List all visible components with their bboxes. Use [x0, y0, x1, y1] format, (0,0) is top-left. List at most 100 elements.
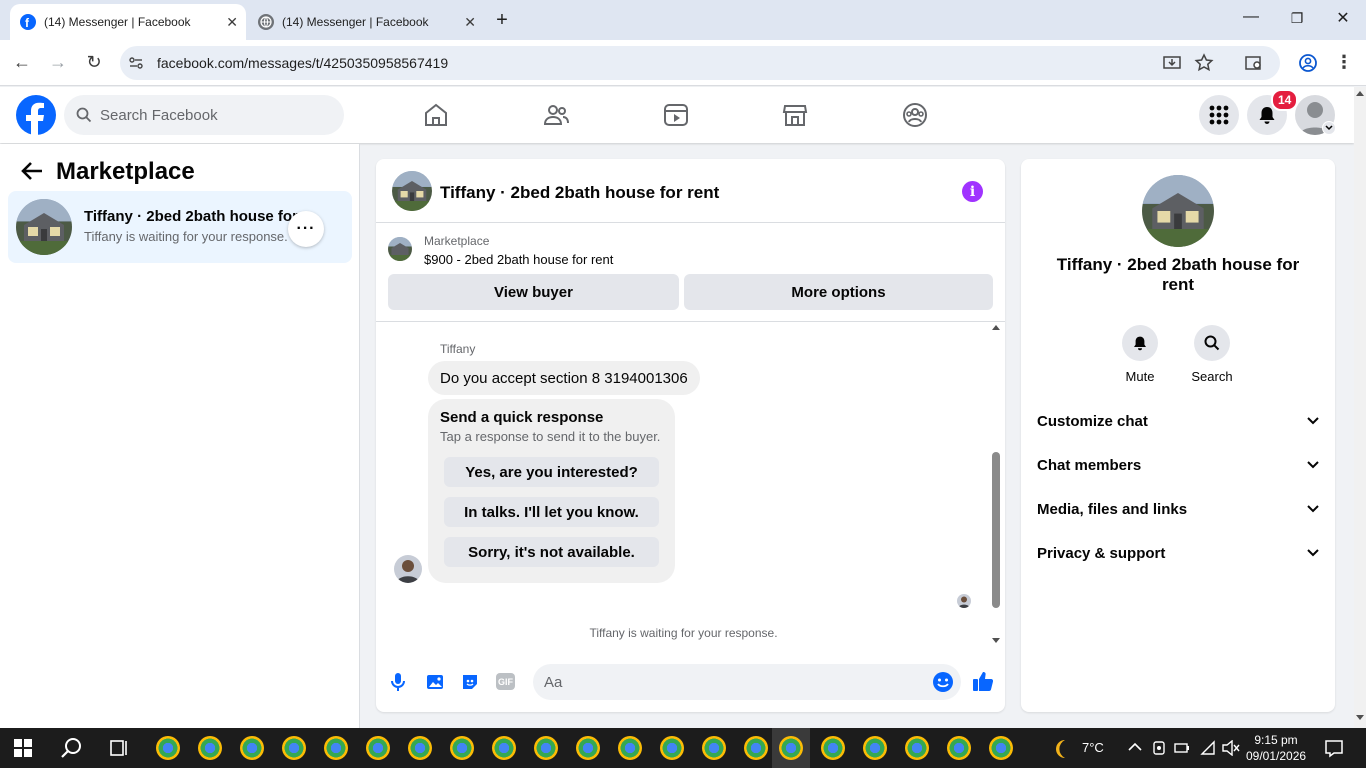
chrome-app-icon[interactable] [947, 736, 971, 760]
svg-text:f: f [25, 16, 30, 28]
chrome-app-icon[interactable] [492, 736, 516, 760]
chat-avatar[interactable] [392, 171, 432, 211]
facebook-favicon-icon: f [20, 14, 36, 30]
view-buyer-button[interactable]: View buyer [388, 274, 679, 310]
chrome-app-icon-active[interactable] [779, 736, 803, 760]
photo-icon[interactable] [425, 672, 445, 692]
groups-icon[interactable] [901, 101, 929, 129]
page-scrollbar[interactable] [1354, 87, 1366, 728]
chrome-app-icon[interactable] [366, 736, 390, 760]
reload-icon[interactable]: ↻ [83, 52, 105, 73]
chrome-app-icon[interactable] [156, 736, 180, 760]
video-icon[interactable] [662, 101, 690, 129]
privacy-support-row[interactable]: Privacy & support [1037, 539, 1319, 567]
more-options-button[interactable]: More options [684, 274, 993, 310]
profile-icon[interactable] [1298, 53, 1318, 73]
tab-search-icon[interactable] [1244, 53, 1264, 73]
message-bubble[interactable]: Do you accept section 8 3194001306 [428, 361, 700, 395]
chrome-app-icon[interactable] [324, 736, 348, 760]
restore-icon[interactable]: ❐ [1287, 10, 1307, 27]
friends-icon[interactable] [542, 101, 570, 129]
windows-start-icon[interactable] [14, 739, 32, 757]
address-bar[interactable]: facebook.com/messages/t/4250350958567419 [120, 46, 1280, 80]
chrome-app-icon[interactable] [660, 736, 684, 760]
home-icon[interactable] [422, 101, 450, 129]
chrome-app-icon[interactable] [282, 736, 306, 760]
profile-picture[interactable] [1142, 175, 1214, 247]
install-app-icon[interactable] [1162, 53, 1182, 73]
chevron-down-icon [1307, 417, 1319, 425]
tab-title: (14) Messenger | Facebook [282, 15, 429, 29]
volume-muted-icon[interactable] [1222, 740, 1240, 756]
message-scrollbar[interactable] [990, 321, 1002, 651]
chrome-app-icon[interactable] [408, 736, 432, 760]
chevron-up-icon[interactable] [1128, 742, 1142, 752]
media-files-links-row[interactable]: Media, files and links [1037, 495, 1319, 523]
notification-center-icon[interactable] [1324, 738, 1344, 758]
customize-chat-row[interactable]: Customize chat [1037, 407, 1319, 435]
back-arrow-icon[interactable]: ← [11, 52, 33, 73]
facebook-search-input[interactable]: Search Facebook [64, 95, 344, 135]
facebook-logo-icon[interactable] [16, 95, 56, 135]
info-icon[interactable]: i [962, 181, 983, 202]
quick-response-option[interactable]: Yes, are you interested? [444, 457, 659, 487]
chrome-app-icon[interactable] [821, 736, 845, 760]
taskbar-search-icon[interactable] [61, 737, 83, 759]
chrome-app-icon[interactable] [744, 736, 768, 760]
chrome-app-icon[interactable] [863, 736, 887, 760]
section-label: Customize chat [1037, 412, 1148, 430]
forward-arrow-icon[interactable]: → [47, 52, 69, 73]
message-list: Tiffany Do you accept section 8 31940013… [376, 321, 1005, 651]
chrome-app-icon[interactable] [240, 736, 264, 760]
task-view-icon[interactable] [109, 738, 129, 758]
url-text: facebook.com/messages/t/4250350958567419 [157, 55, 449, 71]
chrome-app-icon[interactable] [702, 736, 726, 760]
chrome-app-icon[interactable] [576, 736, 600, 760]
chrome-app-icon[interactable] [534, 736, 558, 760]
wifi-icon[interactable] [1200, 740, 1216, 756]
sender-avatar[interactable] [394, 555, 422, 583]
marketplace-icon[interactable] [781, 101, 809, 129]
sticker-icon[interactable] [460, 672, 480, 692]
menu-grid-button[interactable] [1199, 95, 1239, 135]
bookmark-star-icon[interactable] [1194, 53, 1214, 73]
close-tab-icon[interactable]: ✕ [226, 14, 238, 31]
chrome-app-icon[interactable] [618, 736, 642, 760]
chrome-app-icon[interactable] [905, 736, 929, 760]
system-clock[interactable]: 9:15 pm 09/01/2026 [1246, 732, 1306, 764]
chat-title[interactable]: Tiffany · 2bed 2bath house for rent [440, 183, 719, 203]
gif-icon[interactable]: GIF [496, 673, 515, 690]
listing-price-title[interactable]: $900 - 2bed 2bath house for rent [424, 252, 613, 267]
account-chevron-icon[interactable] [1322, 121, 1336, 135]
emoji-icon[interactable] [932, 671, 954, 693]
conversation-more-button[interactable]: ··· [288, 211, 324, 247]
new-tab-button[interactable]: + [492, 9, 512, 32]
chrome-app-icon[interactable] [989, 736, 1013, 760]
notification-badge: 14 [1271, 89, 1299, 111]
back-arrow-icon[interactable] [20, 160, 44, 182]
browser-tab-active[interactable]: f (14) Messenger | Facebook ✕ [10, 4, 246, 40]
quick-response-option[interactable]: In talks. I'll let you know. [444, 497, 659, 527]
mute-button[interactable]: Mute [1105, 325, 1175, 384]
browser-tab[interactable]: (14) Messenger | Facebook ✕ [248, 4, 484, 40]
device-icon[interactable] [1152, 740, 1166, 756]
quick-response-card: Send a quick response Tap a response to … [428, 399, 675, 583]
close-window-icon[interactable]: ✕ [1333, 8, 1353, 28]
message-input[interactable]: Aa [533, 664, 961, 700]
close-tab-icon[interactable]: ✕ [464, 14, 476, 31]
battery-icon[interactable] [1174, 741, 1190, 755]
chrome-app-icon[interactable] [450, 736, 474, 760]
moon-weather-icon[interactable] [1050, 737, 1074, 761]
microphone-icon[interactable] [390, 672, 406, 692]
minimize-icon[interactable]: — [1241, 8, 1261, 26]
search-conversation-button[interactable]: Search [1177, 325, 1247, 384]
quick-response-option[interactable]: Sorry, it's not available. [444, 537, 659, 567]
thumbs-up-icon[interactable] [972, 670, 994, 692]
chrome-app-icon[interactable] [198, 736, 222, 760]
site-settings-icon[interactable] [128, 55, 144, 71]
temperature[interactable]: 7°C [1082, 740, 1104, 755]
listing-thumbnail-small [388, 237, 412, 261]
chat-members-row[interactable]: Chat members [1037, 451, 1319, 479]
conversation-item[interactable]: Tiffany · 2bed 2bath house for Tiffany i… [8, 191, 352, 263]
browser-menu-icon[interactable]: ⋮ [1333, 52, 1355, 73]
